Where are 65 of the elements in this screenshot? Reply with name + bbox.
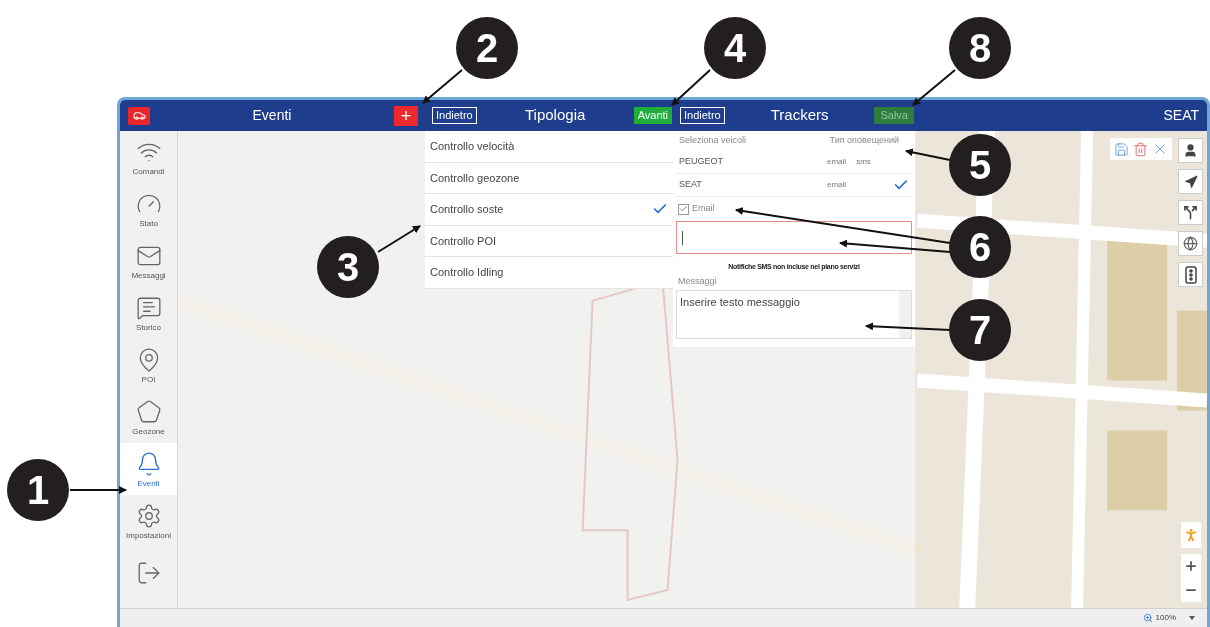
locate-button[interactable] [1178,169,1203,194]
column-header: Тип оповещений [829,134,900,148]
alert-type: email [827,156,847,168]
sidebar-label: Comandi [132,167,165,176]
column-header: Seleziona veicoli [679,134,748,148]
leader-line [671,69,711,106]
header-title: Eventi [251,106,293,125]
sidebar-item[interactable]: Impostazioni [120,495,177,547]
message-label: Messaggi [677,274,718,288]
route-button[interactable] [1178,200,1203,225]
pentagon-icon [135,398,162,425]
sidebar-label: Messaggi [131,271,166,280]
callout-badge: 8 [949,17,1011,79]
leader-line [69,486,127,494]
leader-line [912,69,956,106]
sidebar-label: Geozone [132,427,165,436]
vehicle-name: SEAT [1163,106,1199,125]
step-title: Tipologia [524,105,587,126]
sidebar-label: Storico [136,323,161,332]
sidebar-item[interactable]: Comandi [120,131,177,183]
callout-badge: 4 [704,17,766,79]
vehicle-row[interactable]: SEAT email [676,174,912,197]
email-field[interactable] [676,221,912,254]
traffic-button[interactable] [1178,262,1203,287]
figure-icon [1183,527,1199,543]
leader-line [377,225,421,253]
vehicle-row[interactable]: PEUGEOT email sms [676,151,912,174]
sidebar-label: Stato [139,219,158,228]
traffic-light-icon [1184,265,1197,284]
fork-icon [1183,205,1198,220]
sidebar-item[interactable]: Eventi [120,443,177,495]
sidebar-item[interactable]: Geozone [120,391,177,443]
zoom-level[interactable]: 100% [1155,612,1176,624]
leader-line [422,69,463,104]
alert-type: email [827,179,847,191]
step-title: Trackers [769,105,830,126]
sidebar-label: Impostazioni [126,531,171,540]
message-field[interactable]: Inserire testo messaggio [676,290,912,339]
sidebar-item[interactable]: Storico [120,287,177,339]
back-button[interactable]: Indietro [680,107,725,124]
sidebar-label: POI [141,375,156,384]
back-button[interactable]: Indietro [432,107,477,124]
add-button[interactable]: + [394,105,418,126]
sidebar-item[interactable]: POI [120,339,177,391]
car-glyph-icon [132,109,146,122]
callout-badge: 2 [456,17,518,79]
email-checkbox[interactable] [678,203,689,215]
alert-type: sms [856,156,871,168]
zoom-in-icon[interactable] [1184,559,1198,573]
user-button[interactable] [1178,138,1203,163]
caret-icon[interactable] [1189,616,1195,620]
scrollbar[interactable] [899,291,911,338]
sidebar-item[interactable]: Stato [120,183,177,235]
checkbox-label: Email [692,202,715,216]
globe-button[interactable] [1178,231,1203,256]
zoom-icon [1142,613,1153,623]
sidebar-item[interactable]: Messaggi [120,235,177,287]
leader-line [905,148,951,161]
person-icon [1183,143,1198,158]
navigation-arrow-icon [1183,174,1198,189]
globe-icon [1183,236,1198,251]
trash-icon[interactable] [1133,141,1148,157]
callout-badge: 1 [7,459,69,521]
car-icon[interactable] [128,106,150,125]
sidebar-label: Eventi [137,479,160,488]
